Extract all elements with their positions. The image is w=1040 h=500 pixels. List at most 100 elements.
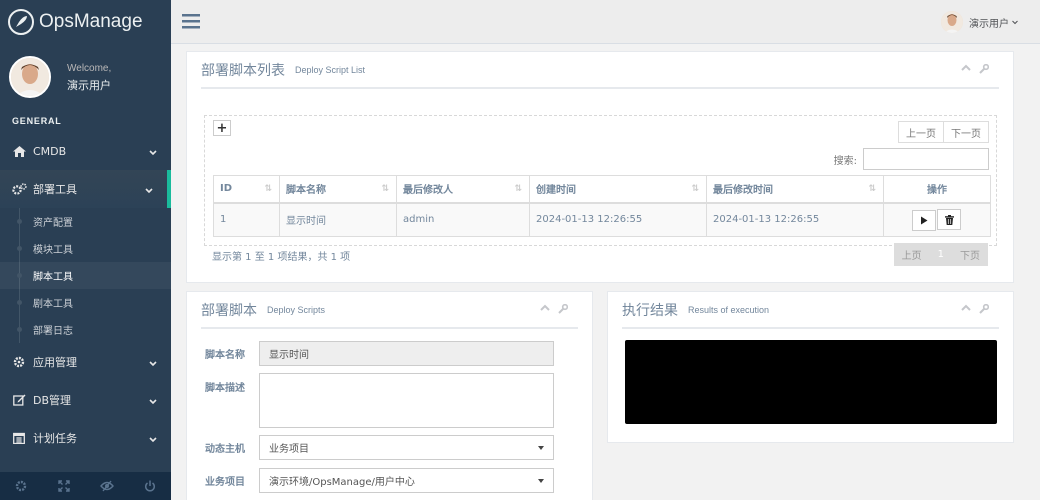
- panel-tools: [540, 304, 568, 314]
- prev-page-button[interactable]: 上页: [894, 243, 930, 266]
- script-name-field[interactable]: 显示时间: [259, 341, 554, 366]
- panel-title: 部署脚本: [201, 302, 257, 319]
- page-number-button[interactable]: 1: [930, 243, 952, 266]
- table-header-row: ID ⇅ 脚本名称 ⇅ 最后修改人 ⇅ 创建时间 ⇅ 最后修改时间 ⇅ 操作: [213, 175, 991, 204]
- avatar: [941, 11, 963, 33]
- next-page-button[interactable]: 下一页: [944, 121, 989, 143]
- run-button[interactable]: [912, 209, 936, 231]
- settings-button[interactable]: [0, 472, 43, 500]
- cell-modifier: admin: [396, 202, 530, 237]
- logout-button[interactable]: [128, 472, 171, 500]
- panel-title: 部署脚本列表: [201, 62, 285, 79]
- script-table: ID ⇅ 脚本名称 ⇅ 最后修改人 ⇅ 创建时间 ⇅ 最后修改时间 ⇅ 操作 1 显示时间…: [213, 175, 991, 237]
- profile-name: 演示用户: [67, 79, 111, 92]
- sidebar-item-cmdb[interactable]: CMDB: [0, 132, 171, 170]
- sidebar-item-deploy-tools[interactable]: 部署工具: [0, 170, 171, 208]
- rocket-icon: [8, 9, 34, 35]
- user-menu-name: 演示用户: [969, 18, 1009, 30]
- wrench-icon[interactable]: [979, 64, 989, 74]
- settings-icon: [16, 480, 27, 492]
- menu-toggle-icon[interactable]: [182, 13, 200, 32]
- lock-button[interactable]: [86, 472, 129, 500]
- panel-tools: [961, 64, 989, 74]
- sidebar-item-label: DB管理: [33, 394, 72, 407]
- cog-icon: [11, 356, 27, 368]
- sort-icon: ⇅: [868, 184, 876, 194]
- sidebar-item-db-management[interactable]: DB管理: [0, 381, 171, 419]
- dynamic-host-label: 动态主机: [205, 444, 245, 455]
- sidebar-subitem-scripts[interactable]: 脚本工具: [0, 262, 171, 289]
- eye-slash-icon: [99, 480, 114, 492]
- chevron-down-icon: [149, 433, 157, 446]
- dynamic-host-select[interactable]: 业务项目: [259, 435, 554, 460]
- pager-top: 上一页 下一页: [898, 121, 989, 143]
- sidebar-subitem-assets[interactable]: 资产配置: [0, 208, 171, 235]
- chevron-down-icon: [149, 395, 157, 408]
- welcome-text: Welcome,: [67, 63, 112, 74]
- add-script-button[interactable]: +: [213, 120, 231, 136]
- delete-button[interactable]: [937, 209, 961, 230]
- pager-bottom: 上页 1 下页: [893, 243, 988, 266]
- execution-output: [625, 340, 997, 424]
- column-header-modified[interactable]: 最后修改时间 ⇅: [706, 175, 884, 204]
- sort-icon: ⇅: [381, 184, 389, 194]
- caret-down-icon: [538, 446, 544, 450]
- sidebar-item-label: 应用管理: [33, 356, 77, 369]
- sidebar-subitem-modules[interactable]: 模块工具: [0, 235, 171, 262]
- column-header-modifier[interactable]: 最后修改人 ⇅: [396, 175, 530, 204]
- table-row: 1 显示时间 admin 2024-01-13 12:26:55 2024-01…: [213, 202, 991, 237]
- sort-icon: ⇅: [264, 184, 272, 194]
- power-icon: [144, 480, 155, 492]
- collapse-icon[interactable]: [540, 304, 550, 312]
- panel-header: 部署脚本 Deploy Scripts: [201, 292, 578, 329]
- search-input[interactable]: [863, 148, 989, 170]
- sidebar-item-scheduled-tasks[interactable]: 计划任务: [0, 419, 171, 457]
- panel-subtitle: Deploy Scripts: [267, 304, 326, 315]
- column-header-created[interactable]: 创建时间 ⇅: [529, 175, 707, 204]
- script-desc-textarea[interactable]: [259, 373, 554, 428]
- wrench-icon[interactable]: [558, 304, 568, 314]
- collapse-icon[interactable]: [961, 304, 971, 312]
- next-page-button[interactable]: 下页: [952, 243, 988, 266]
- sidebar-item-label: CMDB: [33, 144, 67, 158]
- calendar-icon: [11, 432, 27, 444]
- form-row-script-name: 脚本名称 显示时间: [201, 341, 554, 366]
- sidebar-subitem-deploy-logs[interactable]: 部署日志: [0, 316, 171, 343]
- panel-title: 执行结果: [622, 302, 678, 319]
- sidebar-item-label: 部署工具: [33, 183, 77, 196]
- cell-actions: [883, 202, 991, 237]
- fullscreen-button[interactable]: [43, 472, 86, 500]
- play-icon: [921, 216, 928, 224]
- column-header-id[interactable]: ID ⇅: [213, 175, 280, 204]
- wrench-icon[interactable]: [979, 304, 989, 314]
- project-select[interactable]: 演示环境/OpsManage/用户中心: [259, 468, 554, 493]
- collapse-icon[interactable]: [961, 64, 971, 72]
- menu-section-title: GENERAL: [12, 116, 62, 126]
- cell-modified: 2024-01-13 12:26:55: [706, 202, 884, 237]
- caret-down-icon: [538, 479, 544, 483]
- user-menu[interactable]: 演示用户: [941, 11, 1018, 33]
- deploy-tools-submenu: 资产配置 模块工具 脚本工具 剧本工具 部署日志: [0, 208, 171, 343]
- plus-icon: +: [216, 120, 228, 136]
- brand-name: OpsManage: [39, 11, 143, 32]
- fullscreen-icon: [58, 480, 70, 492]
- brand[interactable]: OpsManage: [0, 0, 171, 44]
- profile: Welcome, 演示用户: [0, 44, 171, 110]
- sidebar-item-app-management[interactable]: 应用管理: [0, 343, 171, 381]
- search-label: 搜索:: [833, 155, 857, 167]
- prev-page-button[interactable]: 上一页: [898, 121, 944, 143]
- top-nav: 演示用户: [171, 0, 1040, 44]
- chevron-down-icon: [145, 184, 153, 197]
- dynamic-host-value: 业务项目: [269, 444, 309, 455]
- cell-id: 1: [213, 202, 280, 237]
- panel-header: 部署脚本列表 Deploy Script List: [201, 52, 999, 89]
- form-row-script-desc: 脚本描述: [201, 373, 554, 428]
- panel-header: 执行结果 Results of execution: [622, 292, 999, 329]
- results-panel: 执行结果 Results of execution: [607, 291, 1014, 443]
- form-row-project: 业务项目 演示环境/OpsManage/用户中心: [201, 468, 554, 493]
- cell-name: 显示时间: [279, 202, 397, 237]
- sidebar-subitem-playbooks[interactable]: 剧本工具: [0, 289, 171, 316]
- column-header-name[interactable]: 脚本名称 ⇅: [279, 175, 397, 204]
- script-desc-label: 脚本描述: [205, 383, 245, 394]
- avatar: [9, 56, 51, 98]
